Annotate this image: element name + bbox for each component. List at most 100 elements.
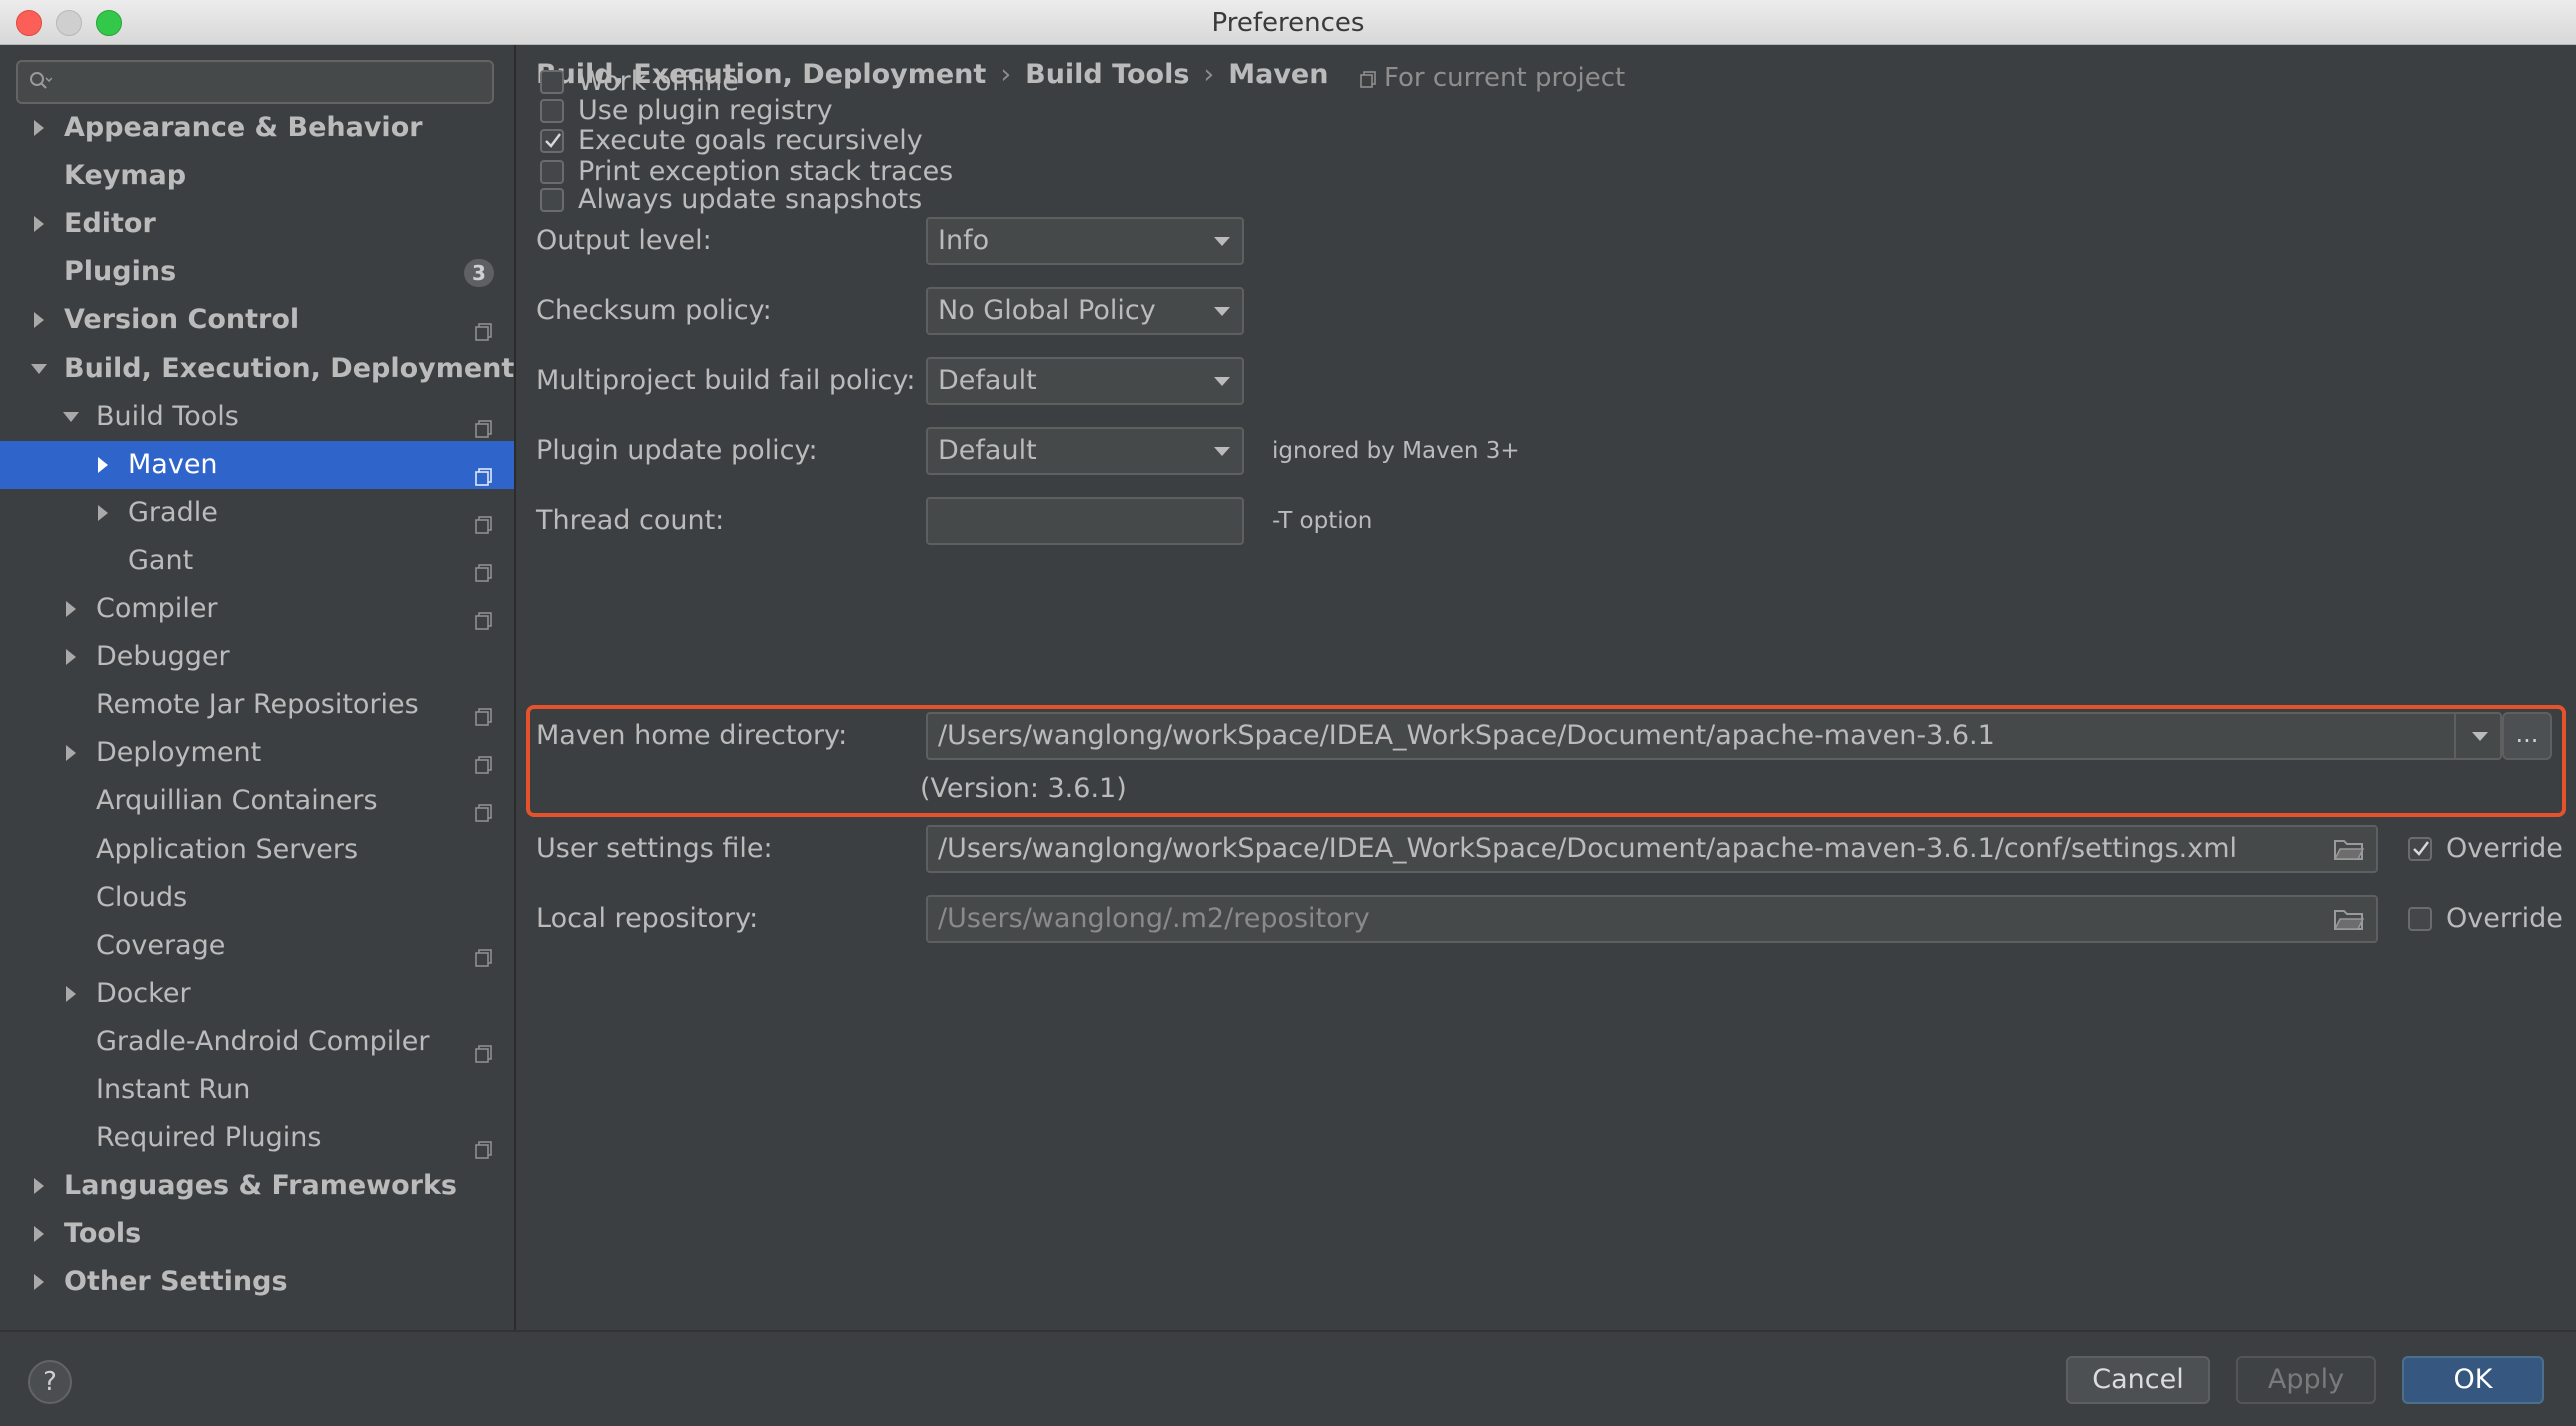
sidebar-item-label: Version Control xyxy=(64,304,300,336)
folder-icon[interactable] xyxy=(2334,907,2364,931)
sidebar-item-version-control[interactable]: Version Control xyxy=(0,296,514,344)
thread-count-input[interactable] xyxy=(926,497,1244,545)
checksum-policy-select[interactable]: No Global Policy xyxy=(926,287,1244,335)
sidebar-item-keymap[interactable]: Keymap xyxy=(0,152,514,200)
sidebar-item-tools[interactable]: Tools xyxy=(0,1210,514,1258)
checkbox-label: Always update snapshots xyxy=(578,184,923,215)
folder-icon[interactable] xyxy=(2334,837,2364,861)
chevron-down-icon xyxy=(1214,237,1230,246)
project-scope-icon xyxy=(474,599,494,630)
work-offline-checkbox[interactable] xyxy=(540,70,564,94)
print-exception-stack-traces-checkbox[interactable] xyxy=(540,160,564,184)
sidebar-item-languages-frameworks[interactable]: Languages & Frameworks xyxy=(0,1162,514,1210)
sidebar-item-appearance-behavior[interactable]: Appearance & Behavior xyxy=(0,104,514,152)
collapsed-arrow-icon[interactable] xyxy=(92,441,116,489)
sidebar-item-label: Clouds xyxy=(96,881,188,913)
plugin-update-policy-hint: ignored by Maven 3+ xyxy=(1272,438,1520,464)
sidebar-item-coverage[interactable]: Coverage xyxy=(0,922,514,970)
sidebar-item-label: Compiler xyxy=(96,593,218,624)
collapsed-arrow-icon[interactable] xyxy=(28,296,52,344)
expanded-arrow-icon[interactable] xyxy=(60,393,84,441)
sidebar-item-instant-run[interactable]: Instant Run xyxy=(0,1066,514,1114)
maven-home-select[interactable]: /Users/wanglong/workSpace/IDEA_WorkSpace… xyxy=(926,712,2502,760)
sidebar-item-remote-jar-repositories[interactable]: Remote Jar Repositories xyxy=(0,681,514,729)
output-level-label: Output level: xyxy=(536,225,712,256)
collapsed-arrow-icon[interactable] xyxy=(92,489,116,537)
local-repository-input[interactable]: /Users/wanglong/.m2/repository xyxy=(926,895,2378,943)
always-update-snapshots-checkbox[interactable] xyxy=(540,188,564,212)
sidebar-item-compiler[interactable]: Compiler xyxy=(0,585,514,633)
collapsed-arrow-icon[interactable] xyxy=(60,633,84,681)
local-repository-override-checkbox[interactable] xyxy=(2408,907,2432,931)
sidebar-item-label: Build, Execution, Deployment xyxy=(64,352,515,384)
plugin-update-policy-label: Plugin update policy: xyxy=(536,435,818,466)
expanded-arrow-icon[interactable] xyxy=(28,345,52,393)
collapsed-arrow-icon[interactable] xyxy=(60,729,84,777)
maven-home-browse-button[interactable]: ... xyxy=(2502,712,2552,760)
chevron-down-icon xyxy=(2472,732,2488,741)
ok-button[interactable]: OK xyxy=(2402,1356,2544,1404)
sidebar-item-gant[interactable]: Gant xyxy=(0,537,514,585)
sidebar-item-docker[interactable]: Docker xyxy=(0,970,514,1018)
sidebar-item-label: Gant xyxy=(128,544,194,576)
sidebar-item-label: Arquillian Containers xyxy=(96,785,378,817)
sidebar-item-label: Deployment xyxy=(96,737,262,769)
cancel-button[interactable]: Cancel xyxy=(2066,1356,2210,1404)
sidebar-item-plugins[interactable]: Plugins 3 xyxy=(0,248,514,296)
sidebar-item-other-settings[interactable]: Other Settings xyxy=(0,1258,514,1306)
sidebar-item-label: Other Settings xyxy=(64,1266,288,1298)
sidebar-item-maven[interactable]: Maven xyxy=(0,440,514,489)
sidebar-item-gradle-android-compiler[interactable]: Gradle-Android Compiler xyxy=(0,1018,514,1066)
help-button[interactable]: ? xyxy=(28,1360,72,1404)
apply-button[interactable]: Apply xyxy=(2236,1356,2376,1404)
plugin-update-policy-select[interactable]: Default xyxy=(926,427,1244,475)
maven-home-label: Maven home directory: xyxy=(536,720,848,751)
sidebar-item-label: Keymap xyxy=(64,160,187,192)
collapsed-arrow-icon[interactable] xyxy=(60,970,84,1018)
updates-count-badge: 3 xyxy=(464,259,494,288)
sidebar-item-label: Editor xyxy=(64,208,156,240)
use-plugin-registry-checkbox[interactable] xyxy=(540,99,564,123)
breadcrumb-separator: › xyxy=(1000,59,1012,90)
user-settings-override-checkbox[interactable] xyxy=(2408,837,2432,861)
sidebar-item-build-tools[interactable]: Build Tools xyxy=(0,393,514,441)
sidebar-item-label: Gradle-Android Compiler xyxy=(96,1025,430,1057)
collapsed-arrow-icon[interactable] xyxy=(28,200,52,248)
sidebar-item-build-execution-deployment[interactable]: Build, Execution, Deployment xyxy=(0,345,514,393)
sidebar-item-debugger[interactable]: Debugger xyxy=(0,633,514,681)
output-level-select[interactable]: Info xyxy=(926,217,1244,265)
project-scope-icon xyxy=(474,1032,494,1063)
user-settings-input[interactable]: /Users/wanglong/workSpace/IDEA_WorkSpace… xyxy=(926,825,2378,873)
collapsed-arrow-icon[interactable] xyxy=(28,104,52,152)
project-scope-icon xyxy=(474,1128,494,1159)
window-titlebar: Preferences xyxy=(0,0,2576,45)
sidebar-item-editor[interactable]: Editor xyxy=(0,200,514,248)
sidebar-item-label: Application Servers xyxy=(96,833,359,865)
execute-goals-recursively-checkbox[interactable] xyxy=(540,129,564,153)
collapsed-arrow-icon[interactable] xyxy=(28,1162,52,1210)
project-scope-icon xyxy=(474,743,494,775)
search-icon xyxy=(28,70,53,92)
sidebar-item-application-servers[interactable]: Application Servers xyxy=(0,826,514,874)
sidebar-item-arquillian-containers[interactable]: Arquillian Containers xyxy=(0,777,514,825)
project-scope-icon xyxy=(474,455,494,486)
settings-search-input[interactable] xyxy=(16,60,494,104)
sidebar-item-gradle[interactable]: Gradle xyxy=(0,489,514,537)
dialog-button-bar: ? Cancel Apply OK xyxy=(0,1330,2576,1426)
local-repository-label: Local repository: xyxy=(536,903,759,934)
sidebar-item-label: Docker xyxy=(96,977,191,1009)
collapsed-arrow-icon[interactable] xyxy=(60,585,84,633)
breadcrumb-build-tools[interactable]: Build Tools xyxy=(1025,59,1189,90)
window-title: Preferences xyxy=(1211,8,1365,38)
project-scope-icon xyxy=(474,407,494,438)
collapsed-arrow-icon[interactable] xyxy=(28,1210,52,1258)
sidebar-item-deployment[interactable]: Deployment xyxy=(0,729,514,777)
sidebar-item-label: Languages & Frameworks xyxy=(64,1170,458,1202)
project-scope-icon xyxy=(474,310,494,342)
multiproject-fail-policy-label: Multiproject build fail policy: xyxy=(536,365,916,396)
chevron-down-icon xyxy=(1214,447,1230,456)
sidebar-item-required-plugins[interactable]: Required Plugins xyxy=(0,1114,514,1162)
sidebar-item-clouds[interactable]: Clouds xyxy=(0,874,514,922)
multiproject-fail-policy-select[interactable]: Default xyxy=(926,357,1244,405)
collapsed-arrow-icon[interactable] xyxy=(28,1258,52,1306)
